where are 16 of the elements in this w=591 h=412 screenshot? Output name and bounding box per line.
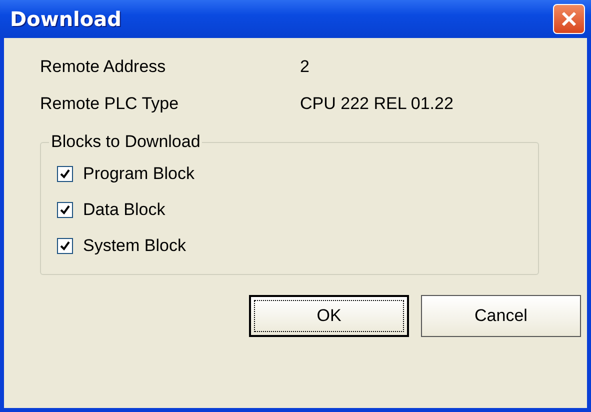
checkbox[interactable] — [57, 166, 73, 182]
field-label: Remote Address — [40, 56, 167, 76]
cancel-button[interactable]: Cancel — [421, 295, 581, 337]
ok-button[interactable]: OK — [249, 295, 409, 337]
checkbox-label: System Block — [83, 236, 186, 256]
field-label: Remote PLC Type — [40, 94, 180, 114]
close-icon — [561, 11, 577, 27]
window-title: Download — [10, 7, 122, 31]
group-title: Blocks to Download — [50, 132, 202, 152]
checkbox[interactable] — [57, 238, 73, 254]
field-value: 2 — [300, 56, 310, 76]
checkbox[interactable] — [57, 202, 73, 218]
checkbox-label: Program Block — [83, 164, 194, 184]
checkbox-label: Data Block — [83, 200, 166, 220]
close-button[interactable] — [553, 4, 585, 34]
field-value: CPU 222 REL 01.22 — [300, 94, 454, 114]
